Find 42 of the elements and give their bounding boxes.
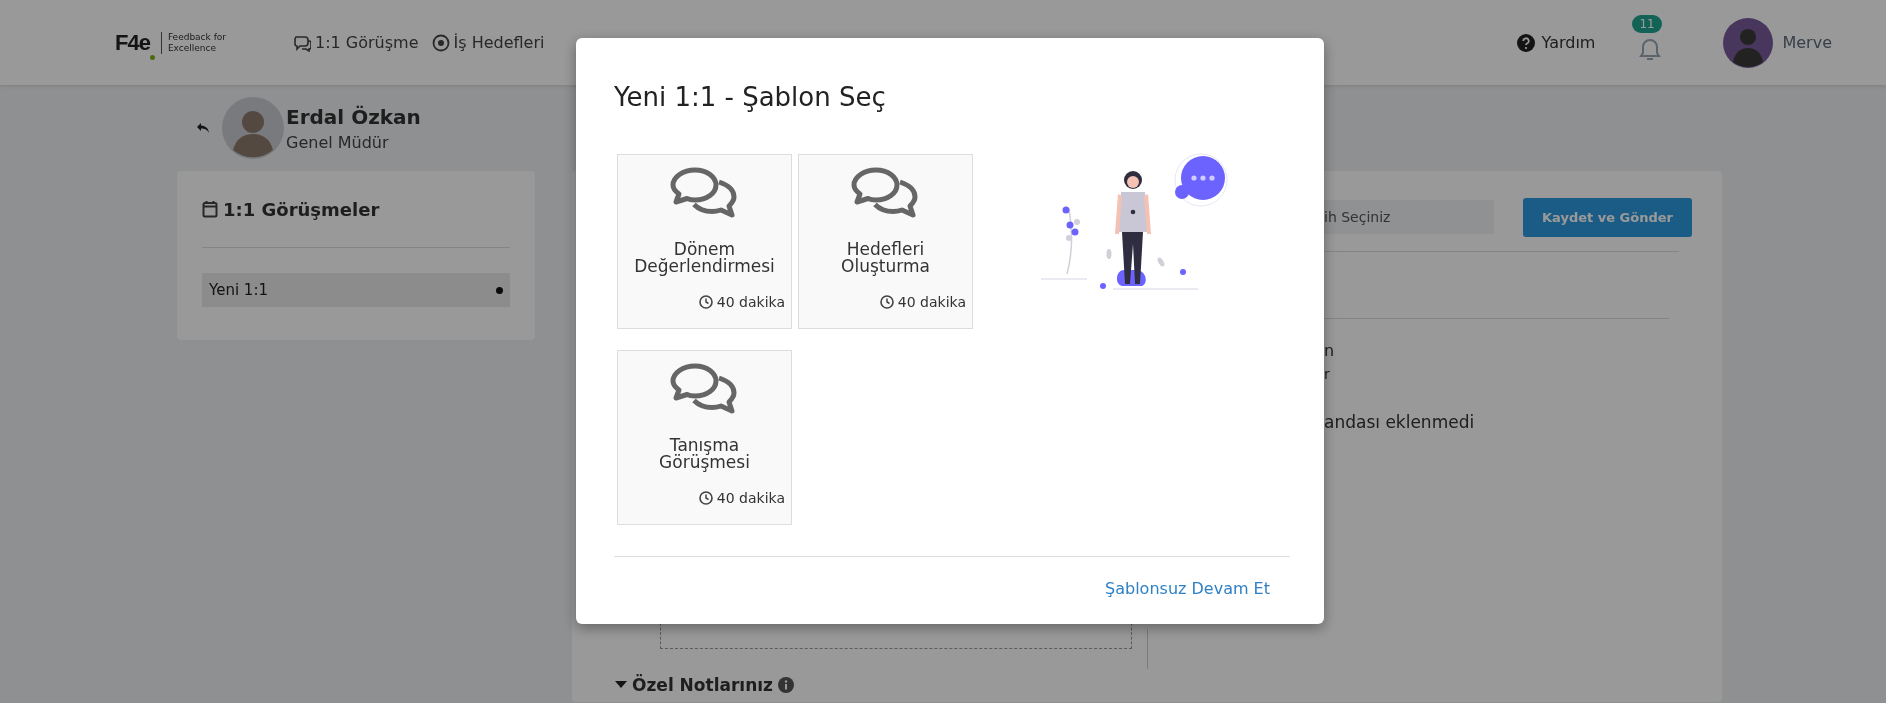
nav-link[interactable]: 1:1 Görüşme [293, 33, 419, 52]
target-icon [431, 33, 450, 52]
template-title: Tanışma Görüşmesi [658, 437, 751, 473]
panel-title: 1:1 Görüşmeler [223, 198, 380, 220]
duration-text: 40 dakika [897, 294, 966, 310]
template-card[interactable]: Hedefleri Oluşturma 40 dakika [798, 154, 973, 329]
job-title: Genel Müdür [286, 132, 390, 152]
text-fragment: n [1324, 341, 1336, 360]
logo: F4e [115, 29, 150, 56]
notification-badge: 11 [1632, 14, 1662, 33]
calendar-icon [202, 200, 218, 218]
help-link[interactable]: Yardım [1516, 33, 1596, 52]
modal-title: Yeni 1:1 - Şablon Seç [614, 81, 887, 114]
section-heading: Özel Notlarınız [632, 675, 773, 695]
template-card[interactable]: Tanışma Görüşmesi 40 dakika [617, 350, 792, 525]
logo-tagline: Feedback for Excellence [160, 31, 230, 54]
person-name: Erdal Özkan [286, 104, 421, 129]
caret-icon[interactable] [615, 681, 627, 689]
meeting-item[interactable]: Yeni 1:1 [202, 273, 510, 307]
duration-text: 40 dakika [716, 294, 785, 310]
text-fragment: r [1324, 366, 1331, 382]
date-field[interactable]: ih Seçiniz [1324, 200, 1494, 234]
selected-dot-icon [496, 286, 503, 294]
back-icon[interactable] [196, 122, 210, 134]
clock-icon [698, 295, 713, 309]
avatar [1723, 17, 1774, 68]
template-card[interactable]: Dönem Değerlendirmesi 40 dakika [617, 154, 792, 329]
clock-icon [879, 295, 894, 309]
user-name: Merve [1782, 33, 1832, 52]
user-menu[interactable]: Merve [1723, 17, 1832, 68]
template-title: Dönem Değerlendirmesi [633, 241, 776, 277]
nav-link[interactable]: İş Hedefleri [431, 33, 545, 52]
text-fragment: andası eklenmedi [1324, 412, 1476, 432]
info-icon [778, 677, 794, 693]
logo-dot-icon [149, 55, 155, 60]
duration-text: 40 dakika [716, 490, 785, 506]
continue-link[interactable]: Şablonsuz Devam Et [1105, 579, 1270, 598]
clock-icon [698, 491, 713, 505]
template-title: Hedefleri Oluşturma [840, 241, 931, 277]
help-icon [1516, 33, 1535, 52]
chat-icon [293, 33, 311, 52]
avatar [222, 97, 284, 159]
